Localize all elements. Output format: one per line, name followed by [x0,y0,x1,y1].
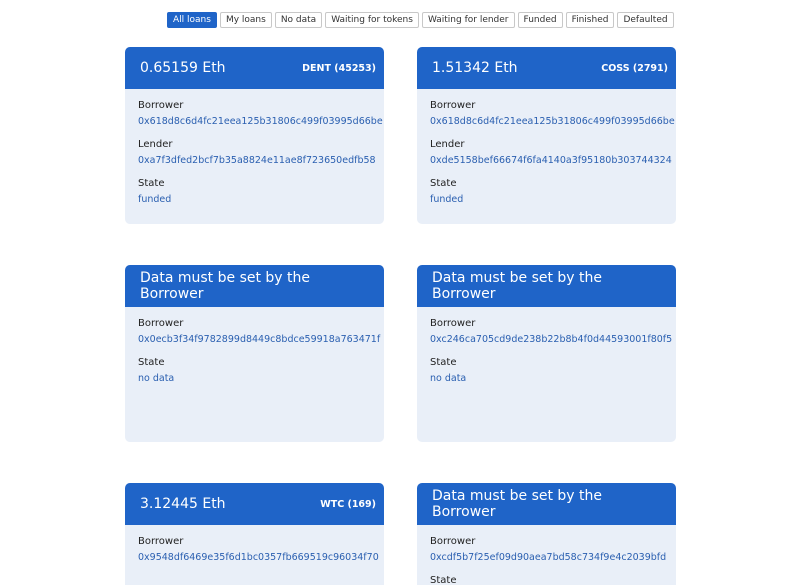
borrower-address[interactable]: 0x618d8c6d4fc21eea125b31806c499f03995d66… [430,113,675,130]
loan-card[interactable]: Data must be set by the Borrower Borrowe… [125,265,384,442]
borrower-label: Borrower [430,536,476,547]
loan-title: Data must be set by the Borrower [140,270,311,302]
loan-card[interactable]: 0.65159 Eth DENT (45253) Borrower 0x618d… [125,47,384,224]
state-label: State [138,178,165,189]
filter-finished[interactable]: Finished [565,12,615,28]
state-label: State [430,575,457,585]
borrower-label: Borrower [138,318,184,329]
lender-label: Lender [430,139,465,150]
lender-address[interactable]: 0xde5158bef66674f6fa4140a3f95180b3037443… [430,152,672,169]
loan-card[interactable]: Data must be set by the Borrower Borrowe… [417,483,676,585]
borrower-address[interactable]: 0xcdf5b7f25ef09d90aea7bd58c734f9e4c2039b… [430,549,666,566]
state-value: funded [138,194,172,205]
filter-waiting-for-tokens[interactable]: Waiting for tokens [325,12,419,28]
borrower-address[interactable]: 0x0ecb3f34f9782899d8449c8bdce59918a76347… [138,331,380,348]
borrower-address[interactable]: 0xc246ca705cd9de238b22b8b4f0d44593001f80… [430,331,672,348]
loan-card-header: 1.51342 Eth COSS (2791) [417,47,676,89]
borrower-address[interactable]: 0x618d8c6d4fc21eea125b31806c499f03995d66… [138,113,383,130]
loan-card-header: Data must be set by the Borrower [125,265,384,307]
loan-card-header: 3.12445 Eth WTC (169) [125,483,384,525]
loan-amount: 0.65159 Eth [140,60,226,76]
loan-card-header: Data must be set by the Borrower [417,265,676,307]
loan-card[interactable]: Data must be set by the Borrower Borrowe… [417,265,676,442]
loan-title: Data must be set by the Borrower [432,488,603,520]
loan-card[interactable]: 3.12445 Eth WTC (169) Borrower 0x9548df6… [125,483,384,585]
borrower-address[interactable]: 0x9548df6469e35f6d1bc0357fb669519c96034f… [138,549,379,566]
loan-card[interactable]: 1.51342 Eth COSS (2791) Borrower 0x618d8… [417,47,676,224]
loan-token: WTC (169) [320,498,376,510]
loan-card-header: 0.65159 Eth DENT (45253) [125,47,384,89]
borrower-label: Borrower [138,536,184,547]
filter-no-data[interactable]: No data [274,12,323,28]
loan-token: DENT (45253) [302,62,376,74]
filter-defaulted[interactable]: Defaulted [617,12,674,28]
loan-filter-bar: All loans My loans No data Waiting for t… [167,12,674,28]
filter-funded[interactable]: Funded [517,12,563,28]
filter-waiting-for-lender[interactable]: Waiting for lender [421,12,515,28]
loan-title: Data must be set by the Borrower [432,270,603,302]
loan-amount: 1.51342 Eth [432,60,518,76]
loan-amount: 3.12445 Eth [140,496,226,512]
state-label: State [430,178,457,189]
lender-label: Lender [138,139,173,150]
state-value: funded [430,194,464,205]
state-value: no data [430,373,467,384]
filter-all-loans[interactable]: All loans [167,12,217,28]
lender-address[interactable]: 0xa7f3dfed2bcf7b35a8824e11ae8f723650edfb… [138,152,376,169]
borrower-label: Borrower [430,318,476,329]
loan-card-header: Data must be set by the Borrower [417,483,676,525]
state-value: no data [138,373,175,384]
borrower-label: Borrower [430,100,476,111]
state-label: State [430,357,457,368]
borrower-label: Borrower [138,100,184,111]
loan-token: COSS (2791) [601,62,668,74]
filter-my-loans[interactable]: My loans [219,12,272,28]
state-label: State [138,357,165,368]
